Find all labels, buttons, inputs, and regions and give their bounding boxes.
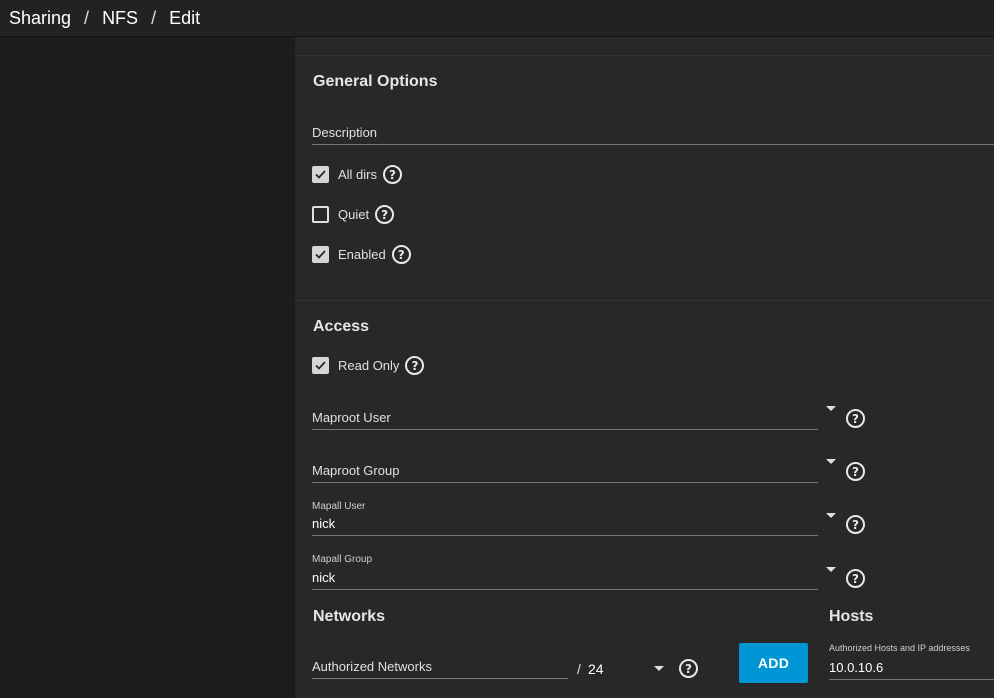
maproot-user-label: Maproot User <box>312 410 391 425</box>
help-icon[interactable]: ? <box>846 462 865 481</box>
maproot-group-label: Maproot Group <box>312 463 400 478</box>
chevron-down-icon[interactable] <box>826 567 836 572</box>
authorized-hosts-value: 10.0.10.6 <box>829 660 884 675</box>
access-title: Access <box>313 318 370 335</box>
mapall-group-value: nick <box>312 570 336 585</box>
breadcrumb-nfs[interactable]: NFS <box>102 8 138 29</box>
help-icon[interactable]: ? <box>405 356 425 375</box>
mapall-user-value: nick <box>312 516 336 531</box>
networks-title: Networks <box>313 608 386 625</box>
help-icon[interactable]: ? <box>679 659 698 678</box>
mapall-group-select[interactable]: Mapall Group nick <box>312 552 818 590</box>
description-field[interactable]: Description <box>312 117 994 145</box>
nfs-edit-form: General Options Description All dirs ? Q… <box>295 37 994 698</box>
read-only-row: Read Only ? <box>312 356 425 375</box>
breadcrumb: Sharing / NFS / Edit <box>0 0 994 37</box>
breadcrumb-edit: Edit <box>169 7 201 28</box>
chevron-down-icon[interactable] <box>826 513 836 518</box>
help-icon[interactable]: ? <box>383 165 403 184</box>
quiet-label: Quiet <box>338 207 370 222</box>
divider <box>295 55 994 56</box>
quiet-row: Quiet ? <box>312 205 395 224</box>
mapall-user-select[interactable]: Mapall User nick <box>312 499 818 536</box>
chevron-down-icon[interactable] <box>654 666 664 671</box>
mapall-group-label: Mapall Group <box>312 554 373 565</box>
authorized-hosts-input[interactable]: Authorized Hosts and IP addresses 10.0.1… <box>829 641 994 680</box>
maproot-group-select[interactable]: Maproot Group <box>312 456 818 483</box>
help-icon[interactable]: ? <box>391 245 411 264</box>
read-only-checkbox[interactable] <box>312 357 329 374</box>
add-button[interactable]: ADD <box>739 643 808 683</box>
check-icon <box>315 250 326 259</box>
all-dirs-checkbox[interactable] <box>312 166 329 183</box>
authorized-networks-label: Authorized Networks <box>312 659 432 674</box>
left-pane <box>0 37 295 698</box>
help-icon[interactable]: ? <box>846 515 865 534</box>
quiet-checkbox[interactable] <box>312 206 329 223</box>
enabled-row: Enabled ? <box>312 245 411 264</box>
check-icon <box>315 361 326 370</box>
breadcrumb-separator: / <box>151 7 157 28</box>
authorized-networks-input[interactable]: Authorized Networks <box>312 651 568 679</box>
check-icon <box>315 170 326 179</box>
netmask-separator: / <box>577 661 581 677</box>
description-label: Description <box>312 125 378 140</box>
all-dirs-row: All dirs ? <box>312 165 403 184</box>
mapall-user-label: Mapall User <box>312 501 366 512</box>
help-icon[interactable]: ? <box>375 205 395 224</box>
chevron-down-icon[interactable] <box>826 459 836 464</box>
netmask-value: 24 <box>588 661 604 677</box>
hosts-title: Hosts <box>829 608 874 625</box>
authorized-hosts-label: Authorized Hosts and IP addresses <box>829 643 970 653</box>
all-dirs-label: All dirs <box>338 167 378 182</box>
netmask-select[interactable]: 24 <box>588 651 680 679</box>
breadcrumb-separator: / <box>84 7 90 28</box>
enabled-checkbox[interactable] <box>312 246 329 263</box>
chevron-down-icon[interactable] <box>826 406 836 411</box>
general-options-title: General Options <box>313 73 438 90</box>
help-icon[interactable]: ? <box>846 409 865 428</box>
enabled-label: Enabled <box>338 247 386 262</box>
breadcrumb-sharing[interactable]: Sharing <box>9 8 71 29</box>
help-icon[interactable]: ? <box>846 569 865 588</box>
maproot-user-select[interactable]: Maproot User <box>312 403 818 430</box>
divider <box>295 300 994 301</box>
read-only-label: Read Only <box>338 358 400 373</box>
